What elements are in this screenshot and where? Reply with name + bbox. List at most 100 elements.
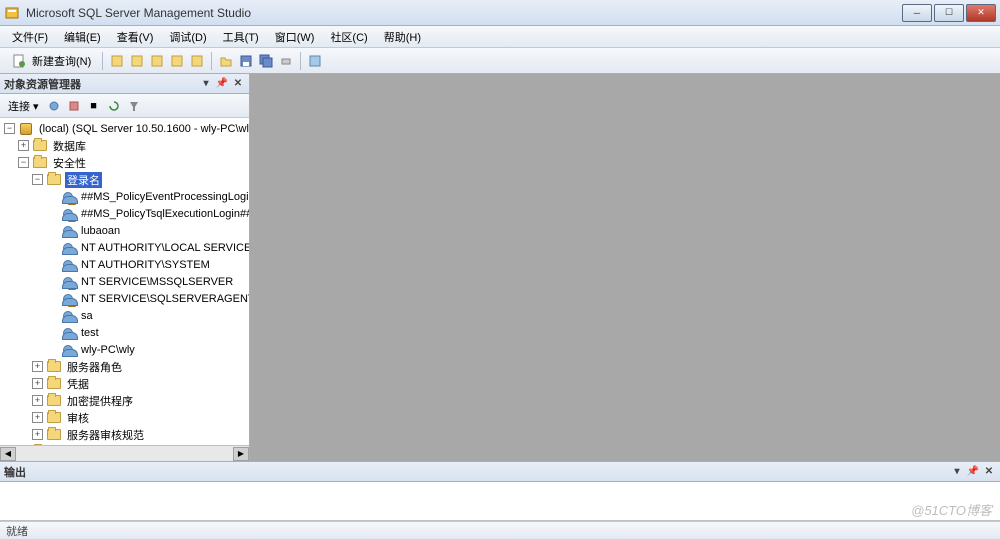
object-explorer-panel: 对象资源管理器 ▾ 📌 ✕ 连接 ▾ ■ − (local) (SQL Serve… — [0, 74, 250, 461]
object-explorer-hscroll[interactable]: ◀ ▶ — [0, 445, 249, 461]
toolbar-btn-4[interactable] — [168, 52, 186, 70]
menu-help[interactable]: 帮助(H) — [376, 27, 429, 47]
tree-logins[interactable]: −登录名 — [0, 171, 249, 188]
user-key-icon — [60, 190, 76, 204]
folder-icon — [46, 428, 62, 442]
main-toolbar: 新建查询(N) — [0, 48, 1000, 74]
tree-login-item[interactable]: sa — [0, 307, 249, 324]
panel-close-button[interactable]: ✕ — [231, 77, 245, 91]
folder-icon — [46, 411, 62, 425]
object-explorer-toolbar: 连接 ▾ ■ — [0, 94, 249, 118]
expand-icon[interactable]: + — [32, 412, 43, 423]
close-button[interactable]: ✕ — [966, 4, 996, 22]
scroll-left-icon[interactable]: ◀ — [0, 447, 16, 461]
scroll-right-icon[interactable]: ▶ — [233, 447, 249, 461]
filter-icon[interactable] — [125, 97, 143, 115]
user-icon — [60, 241, 76, 255]
tree-login-item[interactable]: ##MS_PolicyTsqlExecutionLogin## — [0, 205, 249, 222]
saveall-icon[interactable] — [257, 52, 275, 70]
user-key-icon — [60, 275, 76, 289]
collapse-icon[interactable]: − — [18, 157, 29, 168]
tree-login-item[interactable]: wly-PC\wly — [0, 341, 249, 358]
object-explorer-tree[interactable]: − (local) (SQL Server 10.50.1600 - wly-PC… — [0, 118, 249, 445]
folder-icon — [46, 377, 62, 391]
folder-icon — [32, 139, 48, 153]
panel-close-button[interactable]: ✕ — [982, 465, 996, 479]
panel-dropdown-button[interactable]: ▾ — [199, 77, 213, 91]
menu-file[interactable]: 文件(F) — [4, 27, 56, 47]
print-icon[interactable] — [277, 52, 295, 70]
user-key-icon — [60, 207, 76, 221]
new-query-label: 新建查询(N) — [32, 53, 91, 69]
user-key-icon — [60, 292, 76, 306]
tree-audit-specs[interactable]: +服务器审核规范 — [0, 426, 249, 443]
tree-login-item[interactable]: ##MS_PolicyEventProcessingLogin## — [0, 188, 249, 205]
expand-icon[interactable]: + — [32, 395, 43, 406]
tree-login-item[interactable]: NT SERVICE\SQLSERVERAGENT — [0, 290, 249, 307]
menu-view[interactable]: 查看(V) — [109, 27, 162, 47]
tree-server-roles[interactable]: +服务器角色 — [0, 358, 249, 375]
toolbar-btn-3[interactable] — [148, 52, 166, 70]
minimize-button[interactable]: ─ — [902, 4, 932, 22]
toolbar-btn-2[interactable] — [128, 52, 146, 70]
refresh-icon[interactable] — [105, 97, 123, 115]
folder-icon — [32, 156, 48, 170]
object-explorer-title: 对象资源管理器 — [4, 76, 81, 92]
panel-pin-button[interactable]: 📌 — [966, 465, 980, 479]
new-query-icon — [10, 52, 28, 70]
maximize-button[interactable]: ☐ — [934, 4, 964, 22]
menu-bar: 文件(F) 编辑(E) 查看(V) 调试(D) 工具(T) 窗口(W) 社区(C… — [0, 26, 1000, 48]
tree-login-item[interactable]: NT AUTHORITY\LOCAL SERVICE — [0, 239, 249, 256]
app-icon — [4, 5, 20, 21]
connect-dropdown[interactable]: 连接 ▾ — [4, 98, 43, 114]
menu-window[interactable]: 窗口(W) — [267, 27, 323, 47]
menu-community[interactable]: 社区(C) — [322, 27, 375, 47]
tree-security[interactable]: −安全性 — [0, 154, 249, 171]
title-bar: Microsoft SQL Server Management Studio ─… — [0, 0, 1000, 26]
output-body — [0, 482, 1000, 521]
object-explorer-header: 对象资源管理器 ▾ 📌 ✕ — [0, 74, 249, 94]
watermark: @51CTO博客 — [911, 500, 992, 519]
output-header: 输出 ▾ 📌 ✕ — [0, 462, 1000, 482]
tree-root-label: (local) (SQL Server 10.50.1600 - wly-PC\… — [37, 123, 249, 135]
menu-edit[interactable]: 编辑(E) — [56, 27, 109, 47]
activity-icon[interactable] — [306, 52, 324, 70]
status-ready: 就绪 — [6, 523, 28, 539]
tree-audits[interactable]: +审核 — [0, 409, 249, 426]
tree-login-item[interactable]: NT SERVICE\MSSQLSERVER — [0, 273, 249, 290]
panel-dropdown-button[interactable]: ▾ — [950, 465, 964, 479]
expand-icon[interactable]: + — [18, 140, 29, 151]
user-icon — [60, 224, 76, 238]
panel-pin-button[interactable]: 📌 — [215, 77, 229, 91]
collapse-icon[interactable]: − — [4, 123, 15, 134]
expand-icon[interactable]: + — [32, 429, 43, 440]
work-area: 对象资源管理器 ▾ 📌 ✕ 连接 ▾ ■ − (local) (SQL Serve… — [0, 74, 1000, 461]
open-icon[interactable] — [217, 52, 235, 70]
tree-database[interactable]: +数据库 — [0, 137, 249, 154]
tree-login-item[interactable]: lubaoan — [0, 222, 249, 239]
disconnect-icon[interactable] — [65, 97, 83, 115]
user-icon — [60, 309, 76, 323]
toolbar-btn-1[interactable] — [108, 52, 126, 70]
tree-crypt-providers[interactable]: +加密提供程序 — [0, 392, 249, 409]
window-title: Microsoft SQL Server Management Studio — [26, 6, 251, 20]
menu-tools[interactable]: 工具(T) — [215, 27, 267, 47]
server-icon — [18, 122, 34, 136]
tree-root[interactable]: − (local) (SQL Server 10.50.1600 - wly-PC… — [0, 120, 249, 137]
user-icon — [60, 343, 76, 357]
window-controls: ─ ☐ ✕ — [900, 4, 996, 22]
tree-credentials[interactable]: +凭据 — [0, 375, 249, 392]
new-query-button[interactable]: 新建查询(N) — [4, 51, 97, 71]
toolbar-btn-5[interactable] — [188, 52, 206, 70]
status-bar: 就绪 — [0, 521, 1000, 539]
stop-icon[interactable]: ■ — [85, 97, 103, 115]
save-icon[interactable] — [237, 52, 255, 70]
tree-login-item[interactable]: test — [0, 324, 249, 341]
tree-login-item[interactable]: NT AUTHORITY\SYSTEM — [0, 256, 249, 273]
menu-debug[interactable]: 调试(D) — [161, 27, 214, 47]
expand-icon[interactable]: + — [32, 361, 43, 372]
folder-icon — [46, 173, 62, 187]
collapse-icon[interactable]: − — [32, 174, 43, 185]
expand-icon[interactable]: + — [32, 378, 43, 389]
connect-icon[interactable] — [45, 97, 63, 115]
